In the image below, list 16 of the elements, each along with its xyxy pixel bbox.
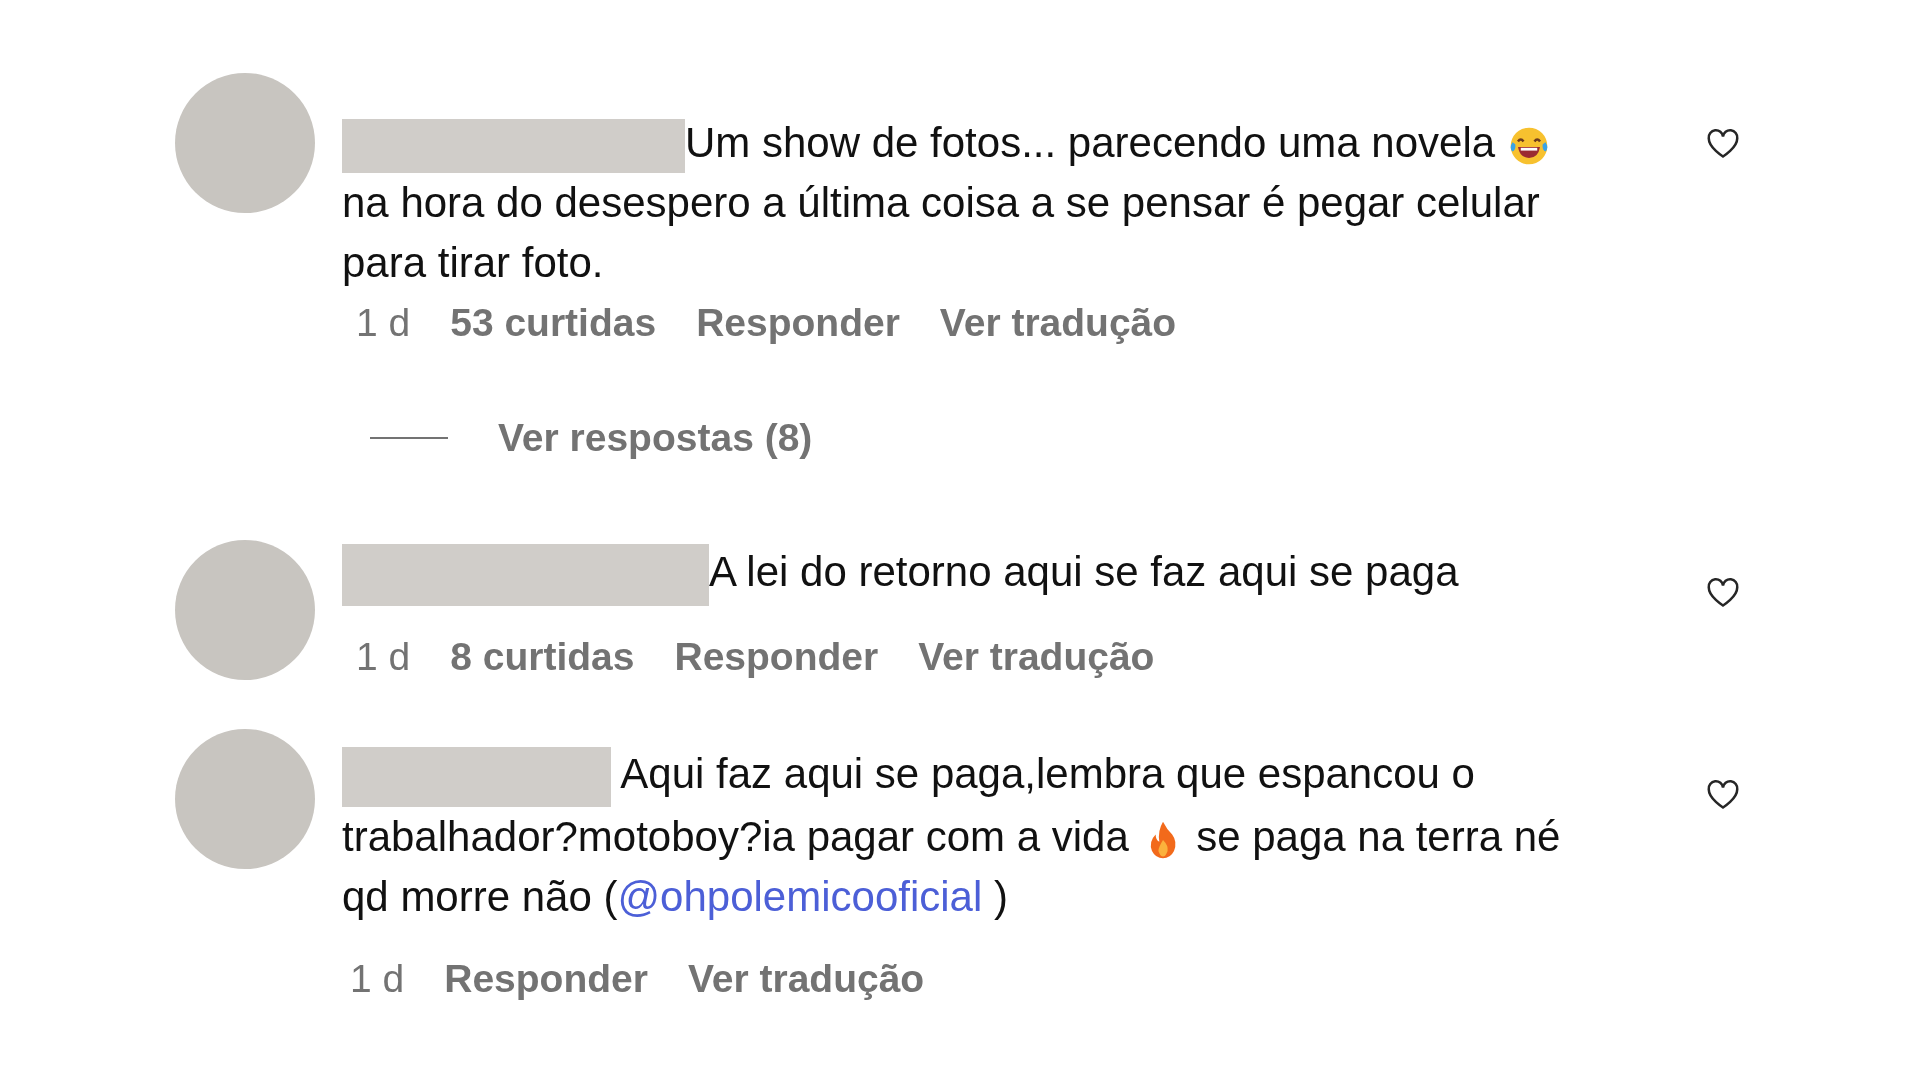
likes-count[interactable]: 8 curtidas xyxy=(450,636,635,677)
comment-text: Aqui faz aqui se paga,lembra que espancou o trabalhador?motoboy?ia pagar com a vida se paga na terra né qd morre não (@ohpolemicooficial ) xyxy=(342,729,1592,927)
comment-time: 1 d xyxy=(356,636,411,677)
translate-button[interactable]: Ver tradução xyxy=(687,958,925,999)
view-replies-button[interactable]: Ver respostas (8) xyxy=(498,418,813,458)
comment-text: A lei do retorno aqui se faz aqui se paga xyxy=(342,540,1592,606)
mention-link[interactable]: @ohpolemicooficial xyxy=(617,872,983,920)
comment-time: 1 d xyxy=(356,303,411,343)
comment-time: 1 d xyxy=(350,958,405,999)
translate-button[interactable]: Ver tradução xyxy=(939,303,1177,343)
reply-button[interactable]: Responder xyxy=(674,636,879,677)
reply-button[interactable]: Responder xyxy=(444,958,648,999)
translate-button[interactable]: Ver tradução xyxy=(918,636,1155,677)
comment-text: Um show de fotos... parecendo uma novela na hora do desespero a última coisa a se pensar é pegar celular para tirar foto. xyxy=(342,73,1592,293)
reply-button[interactable]: Responder xyxy=(696,303,900,343)
likes-count[interactable]: 53 curtidas xyxy=(450,303,657,343)
